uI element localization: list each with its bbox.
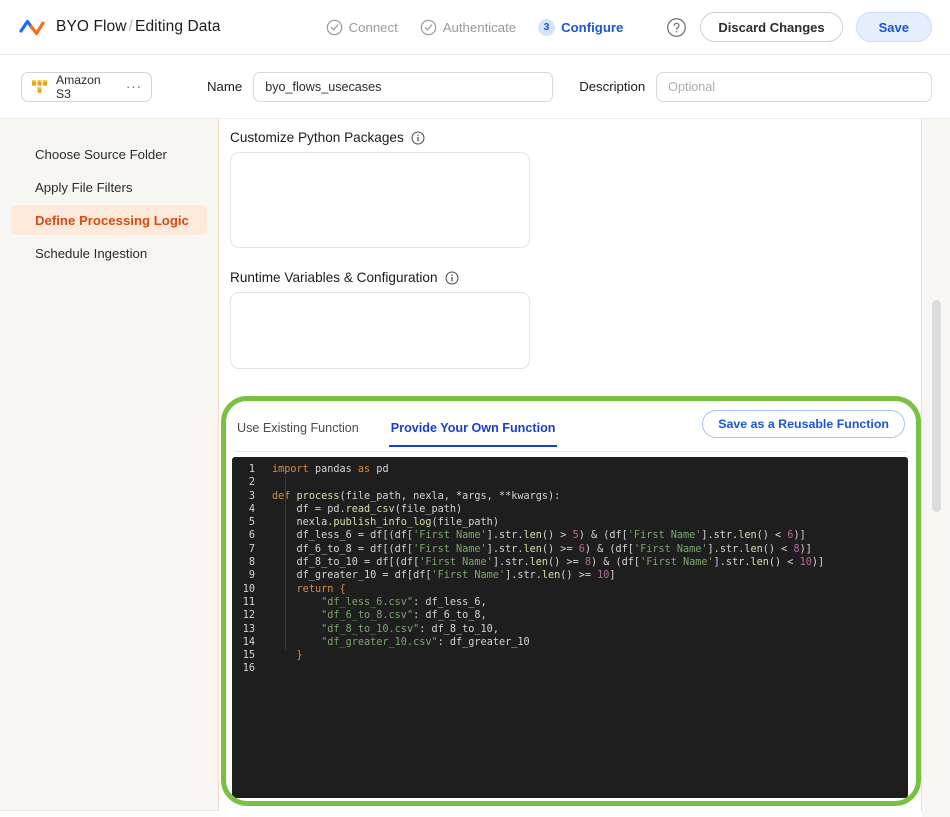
name-field-group: Name (207, 71, 554, 102)
source-name-label: Amazon S3 (56, 72, 101, 101)
line-number: 6 (248, 530, 255, 542)
line-number: 8 (248, 557, 255, 569)
breadcrumb-item-flow[interactable]: BYO Flow (56, 18, 127, 35)
save-as-reusable-function-button[interactable]: Save as a Reusable Function (702, 410, 905, 438)
step-authenticate[interactable]: Authenticate (420, 19, 516, 36)
runtime-variables-title: Runtime Variables & Configuration (230, 270, 438, 285)
name-label: Name (207, 79, 243, 94)
code-line: return { (296, 583, 346, 595)
code-line: "df_less_6.csv": df_less_6, (321, 596, 487, 608)
line-number: 13 (242, 623, 255, 635)
code-line: nexla.publish_info_log(file_path) (272, 517, 499, 529)
vertical-scrollbar-thumb[interactable] (932, 300, 941, 512)
sidebar-item-define-processing-logic[interactable]: Define Processing Logic (11, 205, 207, 235)
sidebar-item-schedule-ingestion[interactable]: Schedule Ingestion (11, 238, 207, 268)
code-line: df_6_to_8 = df[(df['First Name'].str.len… (272, 543, 812, 555)
name-input[interactable] (253, 71, 554, 102)
code-line: df_8_to_10 = df[(df['First Name'].str.le… (272, 557, 825, 569)
sidebar-item-choose-source-folder[interactable]: Choose Source Folder (11, 139, 207, 169)
step-authenticate-label: Authenticate (442, 19, 517, 35)
code-line: df_less_6 = df[(df['First Name'].str.len… (272, 530, 806, 542)
line-number: 7 (248, 543, 255, 555)
code-editor-content[interactable]: import pandas as pd def process(file_pat… (262, 457, 908, 798)
function-editor-card: Use Existing Function Provide Your Own F… (221, 400, 919, 811)
line-number: 9 (248, 570, 255, 582)
code-line: } (296, 650, 303, 662)
save-button[interactable]: Save (855, 12, 932, 42)
amazon-s3-icon (31, 79, 48, 94)
python-packages-textarea[interactable] (230, 152, 530, 248)
indent-guide (285, 476, 286, 650)
line-number: 2 (248, 477, 255, 489)
question-circle-icon[interactable] (666, 17, 687, 38)
line-number: 16 (242, 663, 255, 675)
code-editor-line-numbers: 1 2 3 4 5 6 7 8 9 10 11 12 13 14 15 16 (232, 457, 262, 798)
sub-toolbar: Amazon S3 ··· Name Description (0, 55, 950, 119)
line-number: 10 (242, 583, 255, 595)
wizard-sidebar: Choose Source Folder Apply File Filters … (0, 119, 219, 811)
check-circle-icon (420, 19, 437, 36)
code-line: def process(file_path, nexla, *args, **k… (272, 490, 561, 502)
line-number: 4 (248, 503, 255, 515)
info-circle-icon[interactable] (411, 131, 425, 145)
line-number: 15 (242, 650, 255, 662)
code-line: "df_greater_10.csv": df_greater_10 (321, 636, 530, 648)
breadcrumb-item-current: Editing Data (135, 18, 221, 35)
python-packages-title: Customize Python Packages (230, 130, 404, 145)
source-selector-chip[interactable]: Amazon S3 ··· (21, 71, 152, 102)
step-connect-label: Connect (348, 19, 398, 35)
header-actions: Discard Changes Save (666, 12, 932, 42)
code-editor[interactable]: 1 2 3 4 5 6 7 8 9 10 11 12 13 14 15 16 import pandas as… (232, 457, 908, 798)
code-line: "df_8_to_10.csv": df_8_to_10, (321, 623, 499, 635)
breadcrumb: BYO Flow / Editing Data (19, 16, 221, 38)
line-number: 5 (248, 517, 255, 529)
line-number: 3 (248, 490, 255, 502)
breadcrumb-text: BYO Flow / Editing Data (56, 18, 221, 36)
code-line: df = pd.read_csv(file_path) (272, 503, 463, 515)
description-input[interactable] (656, 71, 933, 102)
info-circle-icon[interactable] (445, 271, 459, 285)
step-number-badge: 3 (538, 18, 556, 36)
check-circle-icon (326, 19, 343, 36)
top-header-bar: BYO Flow / Editing Data Connect Authentica… (0, 0, 950, 55)
step-connect[interactable]: Connect (326, 19, 398, 36)
runtime-variables-textarea[interactable] (230, 292, 530, 369)
source-overflow-menu-icon[interactable]: ··· (126, 80, 142, 93)
line-number: 11 (242, 596, 255, 608)
python-packages-heading: Customize Python Packages (230, 130, 425, 145)
discard-changes-button[interactable]: Discard Changes (700, 12, 843, 42)
wizard-steps: Connect Authenticate 3 Configure (326, 18, 624, 36)
step-configure[interactable]: 3 Configure (538, 18, 624, 36)
code-line: df_greater_10 = df[df['First Name'].str.… (272, 570, 616, 582)
line-number: 12 (242, 610, 255, 622)
main-content-panel: Customize Python Packages Runtime Variab… (219, 119, 922, 811)
description-field-group: Description (579, 71, 933, 102)
tab-provide-your-own-function[interactable]: Provide Your Own Function (388, 416, 558, 447)
step-configure-label: Configure (561, 19, 624, 35)
code-line: import pandas as pd (272, 464, 389, 475)
sidebar-item-apply-file-filters[interactable]: Apply File Filters (11, 172, 207, 202)
breadcrumb-separator: / (128, 18, 133, 35)
line-number: 1 (248, 464, 255, 475)
tab-use-existing-function[interactable]: Use Existing Function (235, 416, 361, 445)
line-number: 14 (242, 636, 255, 648)
code-line: "df_6_to_8.csv": df_6_to_8, (321, 610, 487, 622)
nexla-wave-logo-icon (19, 16, 45, 38)
runtime-variables-heading: Runtime Variables & Configuration (230, 270, 459, 285)
description-label: Description (579, 79, 646, 94)
